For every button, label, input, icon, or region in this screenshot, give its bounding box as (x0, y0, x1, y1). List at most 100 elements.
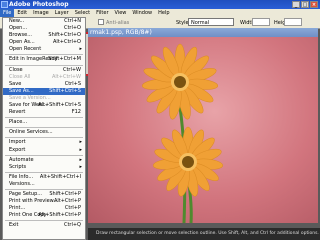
menu-item-label: Print... (9, 205, 26, 212)
menu-item-shortcut: Ctrl+P (64, 205, 81, 212)
file-menu-item[interactable]: Save Ctrl+S (3, 81, 85, 88)
file-menu-item[interactable]: Versions... (3, 181, 85, 188)
submenu-arrow-icon: ▸ (79, 46, 82, 53)
file-menu-item[interactable]: Export ▸ (3, 147, 85, 154)
menu-item-label: Close All (9, 73, 31, 80)
document-window: rmak1.psp, RGB/8#) (88, 28, 318, 228)
width-field[interactable] (252, 18, 270, 26)
menu-separator (5, 127, 83, 129)
menu-item-shortcut: Alt+Ctrl+P (53, 198, 81, 205)
menu-item-label: Save (9, 80, 22, 87)
close-button[interactable]: × (310, 1, 318, 8)
document-title: rmak1.psp, RGB/8#) (88, 28, 318, 37)
menu-item-shortcut: Alt+Shift+Ctrl+I (39, 173, 81, 180)
file-menu-item[interactable]: Scripts ▸ (3, 164, 85, 171)
menu-help[interactable]: Help (155, 9, 172, 17)
submenu-arrow-icon: ▸ (79, 163, 82, 170)
title-bar: Adobe Photoshop _ □ × (0, 0, 320, 9)
menu-item-label: Automate (9, 156, 34, 163)
menu-item-label: File Info... (9, 173, 34, 180)
menu-item-shortcut: Ctrl+N (64, 18, 81, 24)
menu-item-label: Print with Preview... (9, 198, 59, 205)
menu-item-shortcut: Shift+Ctrl+P (49, 190, 81, 197)
file-menu-item[interactable]: Place... (3, 119, 85, 126)
file-menu-item[interactable]: Automate ▸ (3, 157, 85, 164)
menu-item-shortcut: Alt+Ctrl+O (53, 39, 81, 46)
photoshop-icon (1, 1, 8, 8)
file-menu-item[interactable]: Open As... Alt+Ctrl+O (3, 39, 85, 46)
menu-item-label: Close (9, 66, 23, 73)
menu-separator (5, 137, 83, 139)
file-menu-item[interactable]: Save for Web... Alt+Shift+Ctrl+S (3, 102, 85, 109)
antialias-label: Anti-alias (106, 20, 130, 26)
file-menu-item[interactable]: Browse... Shift+Ctrl+O (3, 32, 85, 39)
file-menu-item[interactable]: Import ▸ (3, 139, 85, 146)
menu-layer[interactable]: Layer (52, 9, 72, 17)
file-menu-item[interactable]: Print... Ctrl+P (3, 205, 85, 212)
menu-window[interactable]: Window (129, 9, 155, 17)
submenu-arrow-icon: ▸ (79, 139, 82, 146)
file-menu-item[interactable]: Save As... Shift+Ctrl+S (3, 87, 85, 95)
menu-item-label: New... (9, 18, 25, 24)
file-menu-item[interactable]: Exit Ctrl+Q (3, 222, 85, 229)
menu-image[interactable]: Image (30, 9, 52, 17)
flower-photo (141, 43, 224, 223)
height-field[interactable] (284, 18, 302, 26)
file-menu-item[interactable]: New... Ctrl+N (3, 18, 85, 25)
menu-separator (5, 64, 83, 66)
menu-item-label: Open As... (9, 39, 35, 46)
menu-item-label: Browse... (9, 32, 32, 39)
menu-item-label: Online Services... (9, 129, 53, 136)
menu-item-label: Import (9, 139, 26, 146)
menu-item-label: Save As... (9, 87, 34, 94)
file-menu: New... Ctrl+N Open... Ctrl+O Browse... Shift+… (2, 17, 86, 240)
menu-item-label: Open Recent (9, 46, 42, 53)
antialias-checkbox[interactable] (98, 19, 104, 25)
menu-item-label: Page Setup... (9, 190, 43, 197)
style-select[interactable]: Normal (188, 18, 234, 26)
menu-separator (5, 54, 83, 56)
menu-item-shortcut: Alt+Ctrl+W (52, 73, 81, 80)
file-menu-item[interactable]: File Info... Alt+Shift+Ctrl+I (3, 174, 85, 181)
menu-separator (5, 154, 83, 156)
menu-item-shortcut: Ctrl+Q (63, 222, 81, 229)
menu-item-shortcut: Alt+Shift+Ctrl+S (38, 102, 81, 109)
maximize-button[interactable]: □ (301, 1, 309, 8)
submenu-arrow-icon: ▸ (79, 156, 82, 163)
file-menu-item[interactable]: Print One Copy Alt+Shift+Ctrl+P (3, 212, 85, 219)
menu-item-label: Scripts (9, 163, 27, 170)
menu-view[interactable]: View (112, 9, 130, 17)
file-menu-item[interactable]: Online Services... (3, 129, 85, 136)
menu-item-shortcut: Alt+Shift+Ctrl+P (38, 212, 81, 219)
menu-edit[interactable]: Edit (14, 9, 30, 17)
image-canvas[interactable] (88, 37, 318, 223)
status-bar: Draw rectangular selection or move selec… (88, 228, 320, 240)
menu-item-shortcut: Ctrl+W (62, 66, 81, 73)
menu-separator (5, 220, 83, 222)
menu-item-label: Save a Version... (9, 94, 51, 101)
file-menu-item[interactable]: Revert F12 (3, 109, 85, 116)
menu-item-label: Revert (9, 109, 26, 116)
menu-item-label: Open... (9, 25, 28, 32)
file-menu-item[interactable]: Open... Ctrl+O (3, 25, 85, 32)
file-menu-item[interactable]: Print with Preview... Alt+Ctrl+P (3, 198, 85, 205)
menu-item-label: Exit (9, 222, 19, 229)
menu-filter[interactable]: Filter (93, 9, 111, 17)
window-title: Adobe Photoshop (9, 1, 69, 8)
menu-item-label: Place... (9, 119, 28, 126)
menu-item-shortcut: Ctrl+O (63, 25, 81, 32)
menu-separator (5, 188, 83, 190)
file-menu-item: Close All Alt+Ctrl+W (3, 74, 85, 81)
minimize-button[interactable]: _ (292, 1, 300, 8)
menu-item-shortcut: Shift+Ctrl+M (48, 56, 81, 63)
file-menu-item[interactable]: Page Setup... Shift+Ctrl+P (3, 191, 85, 198)
menu-file[interactable]: File (0, 9, 15, 17)
menu-select[interactable]: Select (72, 9, 93, 17)
file-menu-item[interactable]: Open Recent ▸ (3, 46, 85, 53)
file-menu-item[interactable]: Edit in ImageReady Shift+Ctrl+M (3, 56, 85, 63)
file-menu-item: Save a Version... (3, 95, 85, 102)
submenu-arrow-icon: ▸ (79, 146, 82, 153)
menu-item-shortcut: Shift+Ctrl+O (48, 32, 81, 39)
menu-separator (5, 117, 83, 119)
file-menu-item[interactable]: Close Ctrl+W (3, 67, 85, 74)
